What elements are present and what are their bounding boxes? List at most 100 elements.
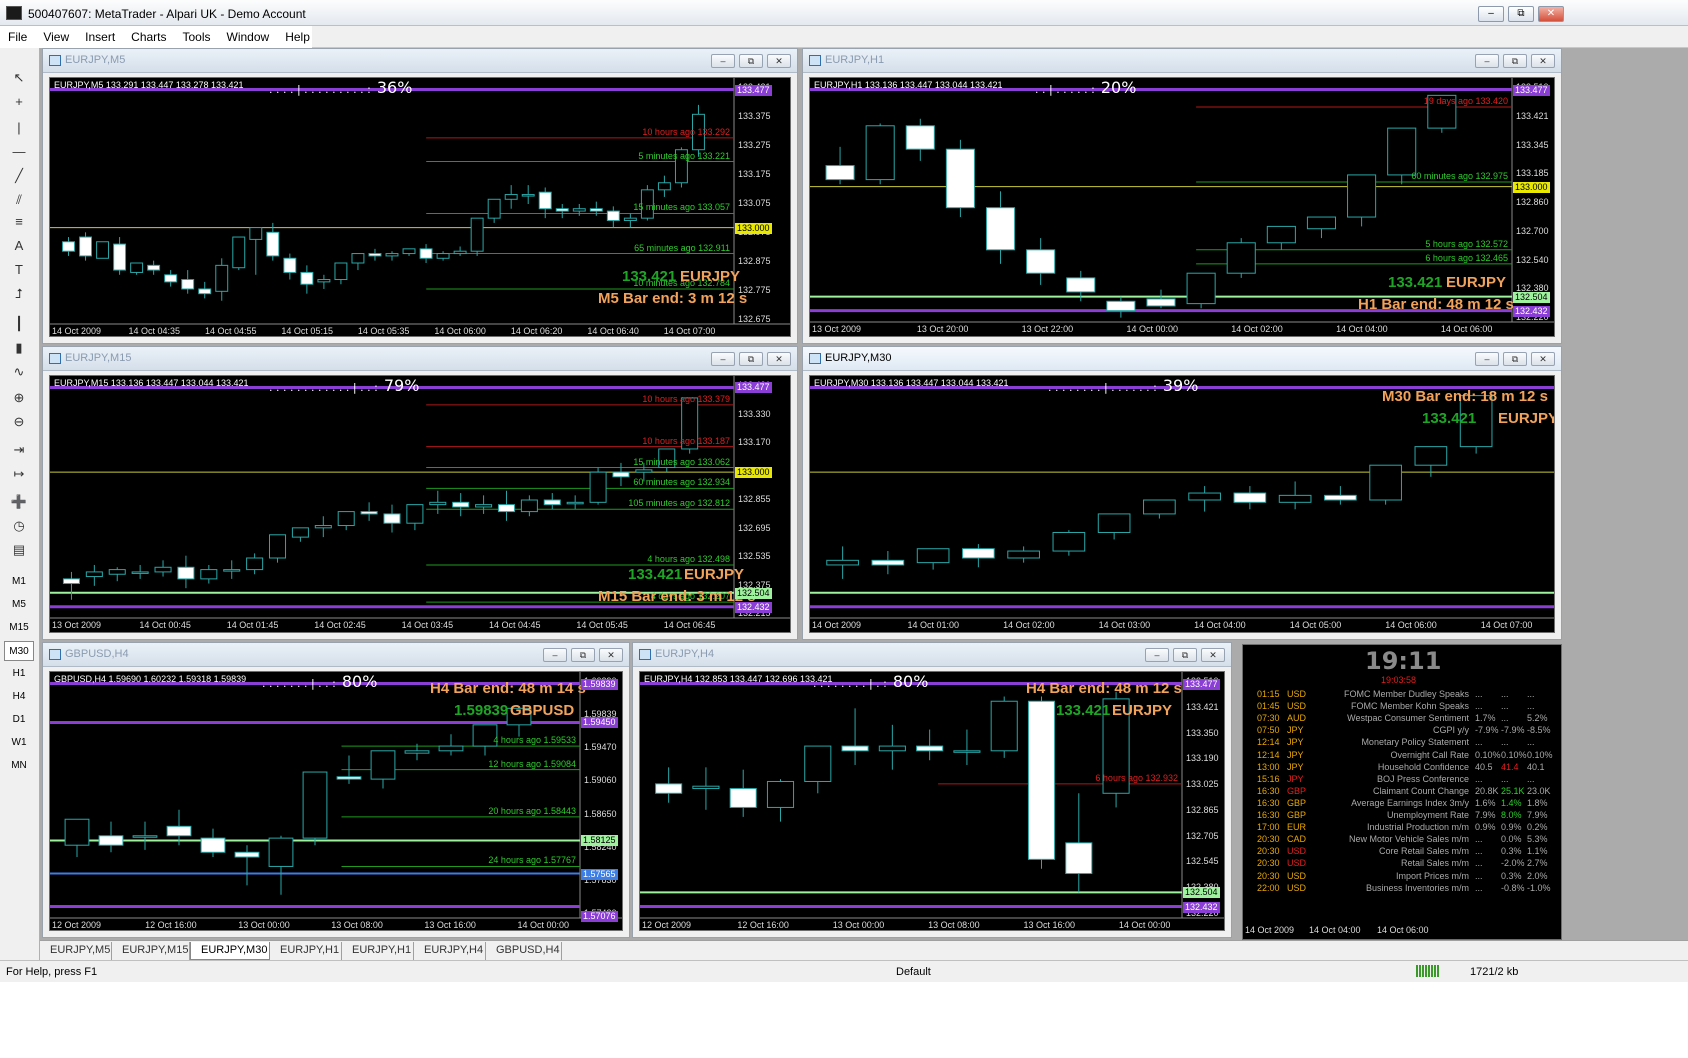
- chart-plot-area[interactable]: 4 hours ago 1.59533 12 hours ago 1.59084 2…: [49, 671, 623, 931]
- chart-window-eurjpy-h4[interactable]: EURJPY,H4 ‒ ⧉ ✕ 6 hours ago 132.932 EURJPY,H4…: [632, 642, 1232, 938]
- chart-plot-area[interactable]: 10 hours ago 133.379 10 hours ago 133.187…: [49, 375, 791, 633]
- zoom-in-icon[interactable]: ⊕: [8, 388, 30, 408]
- price-tag: 1.57076: [581, 911, 618, 922]
- chart-plot-area[interactable]: 6 hours ago 132.932 EURJPY,H4 132.853 133…: [639, 671, 1225, 931]
- menu-tools[interactable]: Tools: [175, 26, 219, 48]
- indicators-icon[interactable]: ➕: [8, 492, 30, 512]
- timeframe-m30-button[interactable]: M30: [4, 641, 34, 661]
- templates-icon[interactable]: ▤: [8, 540, 30, 560]
- line-chart-icon[interactable]: ∿: [8, 362, 30, 382]
- timeframe-m15-button[interactable]: M15: [4, 618, 34, 638]
- calendar-event: New Motor Vehicle Sales m/m: [1348, 834, 1469, 845]
- bar-chart-icon[interactable]: ┃: [8, 314, 30, 334]
- menu-insert[interactable]: Insert: [77, 26, 123, 48]
- chart-window-titlebar[interactable]: EURJPY,H4 ‒ ⧉ ✕: [633, 643, 1231, 667]
- chart-minimize-button[interactable]: ‒: [1475, 352, 1499, 366]
- crosshair-icon[interactable]: +: [8, 92, 30, 112]
- chart-window-eurjpy-m30[interactable]: EURJPY,M30 ‒ ⧉ ✕ EURJPY,M30 133.136 133.447 …: [802, 346, 1562, 640]
- chart-window-titlebar[interactable]: GBPUSD,H4 ‒ ⧉ ✕: [43, 643, 629, 667]
- menu-file[interactable]: File: [0, 26, 35, 48]
- timeframe-mn-button[interactable]: MN: [4, 756, 34, 776]
- candle: [79, 232, 92, 261]
- candle: [181, 270, 195, 294]
- chart-window-titlebar[interactable]: EURJPY,M15 ‒ ⧉ ✕: [43, 347, 797, 371]
- tab-eurjpy-h4[interactable]: EURJPY,H4: [414, 942, 486, 960]
- menu-help[interactable]: Help: [277, 26, 318, 48]
- horizontal-line-icon[interactable]: —: [8, 142, 30, 162]
- menu-charts[interactable]: Charts: [123, 26, 174, 48]
- chart-close-button[interactable]: ✕: [599, 648, 623, 662]
- chart-minimize-button[interactable]: ‒: [711, 352, 735, 366]
- chart-window-titlebar[interactable]: EURJPY,M5 ‒ ⧉ ✕: [43, 49, 797, 73]
- chart-close-button[interactable]: ✕: [1201, 648, 1225, 662]
- close-button[interactable]: ✕: [1538, 6, 1564, 22]
- time-axis-label: 12 Oct 2009: [52, 920, 102, 930]
- chart-plot-area[interactable]: EURJPY,M30 133.136 133.447 133.044 133.4…: [809, 375, 1555, 633]
- chart-close-button[interactable]: ✕: [767, 54, 791, 68]
- menu-view[interactable]: View: [35, 26, 77, 48]
- tab-gbpusd-h4[interactable]: GBPUSD,H4: [486, 942, 562, 960]
- chart-restore-button[interactable]: ⧉: [1503, 54, 1527, 68]
- chart-minimize-button[interactable]: ‒: [543, 648, 567, 662]
- chart-close-button[interactable]: ✕: [1531, 54, 1555, 68]
- periods-icon[interactable]: ◷: [8, 516, 30, 536]
- cursor-icon[interactable]: ↖: [8, 68, 30, 88]
- price-axis-label: 1.58650: [584, 808, 617, 819]
- timeframe-d1-button[interactable]: D1: [4, 710, 34, 730]
- tab-eurjpy-m30[interactable]: EURJPY,M30: [190, 942, 270, 960]
- chart-window-gbpusd-h4[interactable]: GBPUSD,H4 ‒ ⧉ ✕ 4 hours ago 1.59533 12 hours …: [42, 642, 630, 938]
- text-icon[interactable]: A: [8, 236, 30, 256]
- maximize-button[interactable]: ⧉: [1508, 6, 1534, 22]
- chart-restore-button[interactable]: ⧉: [571, 648, 595, 662]
- price-tag: 133.000: [735, 222, 772, 234]
- chart-plot-area[interactable]: 10 hours ago 133.292 5 minutes ago 133.22…: [49, 77, 791, 337]
- candle: [916, 548, 950, 570]
- timeframe-h4-button[interactable]: H4: [4, 687, 34, 707]
- timeframe-h1-button[interactable]: H1: [4, 664, 34, 684]
- candles-icon[interactable]: ▮: [8, 338, 30, 358]
- timeframe-m5-button[interactable]: M5: [4, 595, 34, 615]
- progress-dots: . . . . . . . | . . :: [262, 677, 336, 690]
- time-axis-label: 13 Oct 16:00: [1023, 920, 1076, 930]
- minimize-button[interactable]: ‒: [1478, 6, 1504, 22]
- tab-eurjpy-m5[interactable]: EURJPY,M5: [40, 942, 112, 960]
- level-label: 19 days ago 133.420: [1423, 96, 1508, 107]
- candle: [436, 251, 450, 261]
- chart-restore-button[interactable]: ⧉: [1173, 648, 1197, 662]
- chart-plot-area[interactable]: 19 days ago 133.420 60 minutes ago 132.97…: [809, 77, 1555, 337]
- chart-window-eurjpy-m15[interactable]: EURJPY,M15 ‒ ⧉ ✕ 10 hours ago 133.379 10 hour…: [42, 346, 798, 640]
- chart-minimize-button[interactable]: ‒: [1145, 648, 1169, 662]
- chart-window-titlebar[interactable]: EURJPY,M30 ‒ ⧉ ✕: [803, 347, 1561, 371]
- symbol-name: EURJPY: [1498, 410, 1555, 427]
- arrows-icon[interactable]: ⮥: [8, 284, 30, 304]
- level-label: 12 hours ago 1.59084: [488, 758, 576, 769]
- fibonacci-icon[interactable]: ≡: [8, 212, 30, 232]
- calendar-forecast: ...: [1501, 701, 1509, 712]
- timeframe-w1-button[interactable]: W1: [4, 733, 34, 753]
- chart-restore-button[interactable]: ⧉: [1503, 352, 1527, 366]
- chart-close-button[interactable]: ✕: [767, 352, 791, 366]
- chart-restore-button[interactable]: ⧉: [739, 352, 763, 366]
- channel-icon[interactable]: ⫽: [8, 190, 30, 210]
- calendar-row: 07:50 JPY CGPI y/y -7.9% -7.9% -8.5%: [1243, 725, 1553, 737]
- vertical-line-icon[interactable]: |: [8, 118, 30, 138]
- auto-scroll-icon[interactable]: ⇥: [8, 440, 30, 460]
- menu-window[interactable]: Window: [219, 26, 278, 48]
- timeframe-m1-button[interactable]: M1: [4, 572, 34, 592]
- chart-shift-icon[interactable]: ↦: [8, 464, 30, 484]
- calendar-actual: ...: [1475, 882, 1483, 893]
- text-label-icon[interactable]: T: [8, 260, 30, 280]
- time-axis-label: 14 Oct 06:20: [510, 326, 563, 336]
- chart-window-titlebar[interactable]: EURJPY,H1 ‒ ⧉ ✕: [803, 49, 1561, 73]
- tab-eurjpy-m15[interactable]: EURJPY,M15: [112, 942, 190, 960]
- chart-minimize-button[interactable]: ‒: [711, 54, 735, 68]
- chart-window-eurjpy-m5[interactable]: EURJPY,M5 ‒ ⧉ ✕ 10 hours ago 133.292 5 minute…: [42, 48, 798, 344]
- chart-close-button[interactable]: ✕: [1531, 352, 1555, 366]
- zoom-out-icon[interactable]: ⊖: [8, 412, 30, 432]
- trendline-icon[interactable]: ╱: [8, 166, 30, 186]
- tab-eurjpy-h1-2[interactable]: EURJPY,H1: [342, 942, 414, 960]
- chart-minimize-button[interactable]: ‒: [1475, 54, 1499, 68]
- tab-eurjpy-h1[interactable]: EURJPY,H1: [270, 942, 342, 960]
- chart-window-eurjpy-h1[interactable]: EURJPY,H1 ‒ ⧉ ✕ 19 days ago 133.420 60 minute…: [802, 48, 1562, 344]
- chart-restore-button[interactable]: ⧉: [739, 54, 763, 68]
